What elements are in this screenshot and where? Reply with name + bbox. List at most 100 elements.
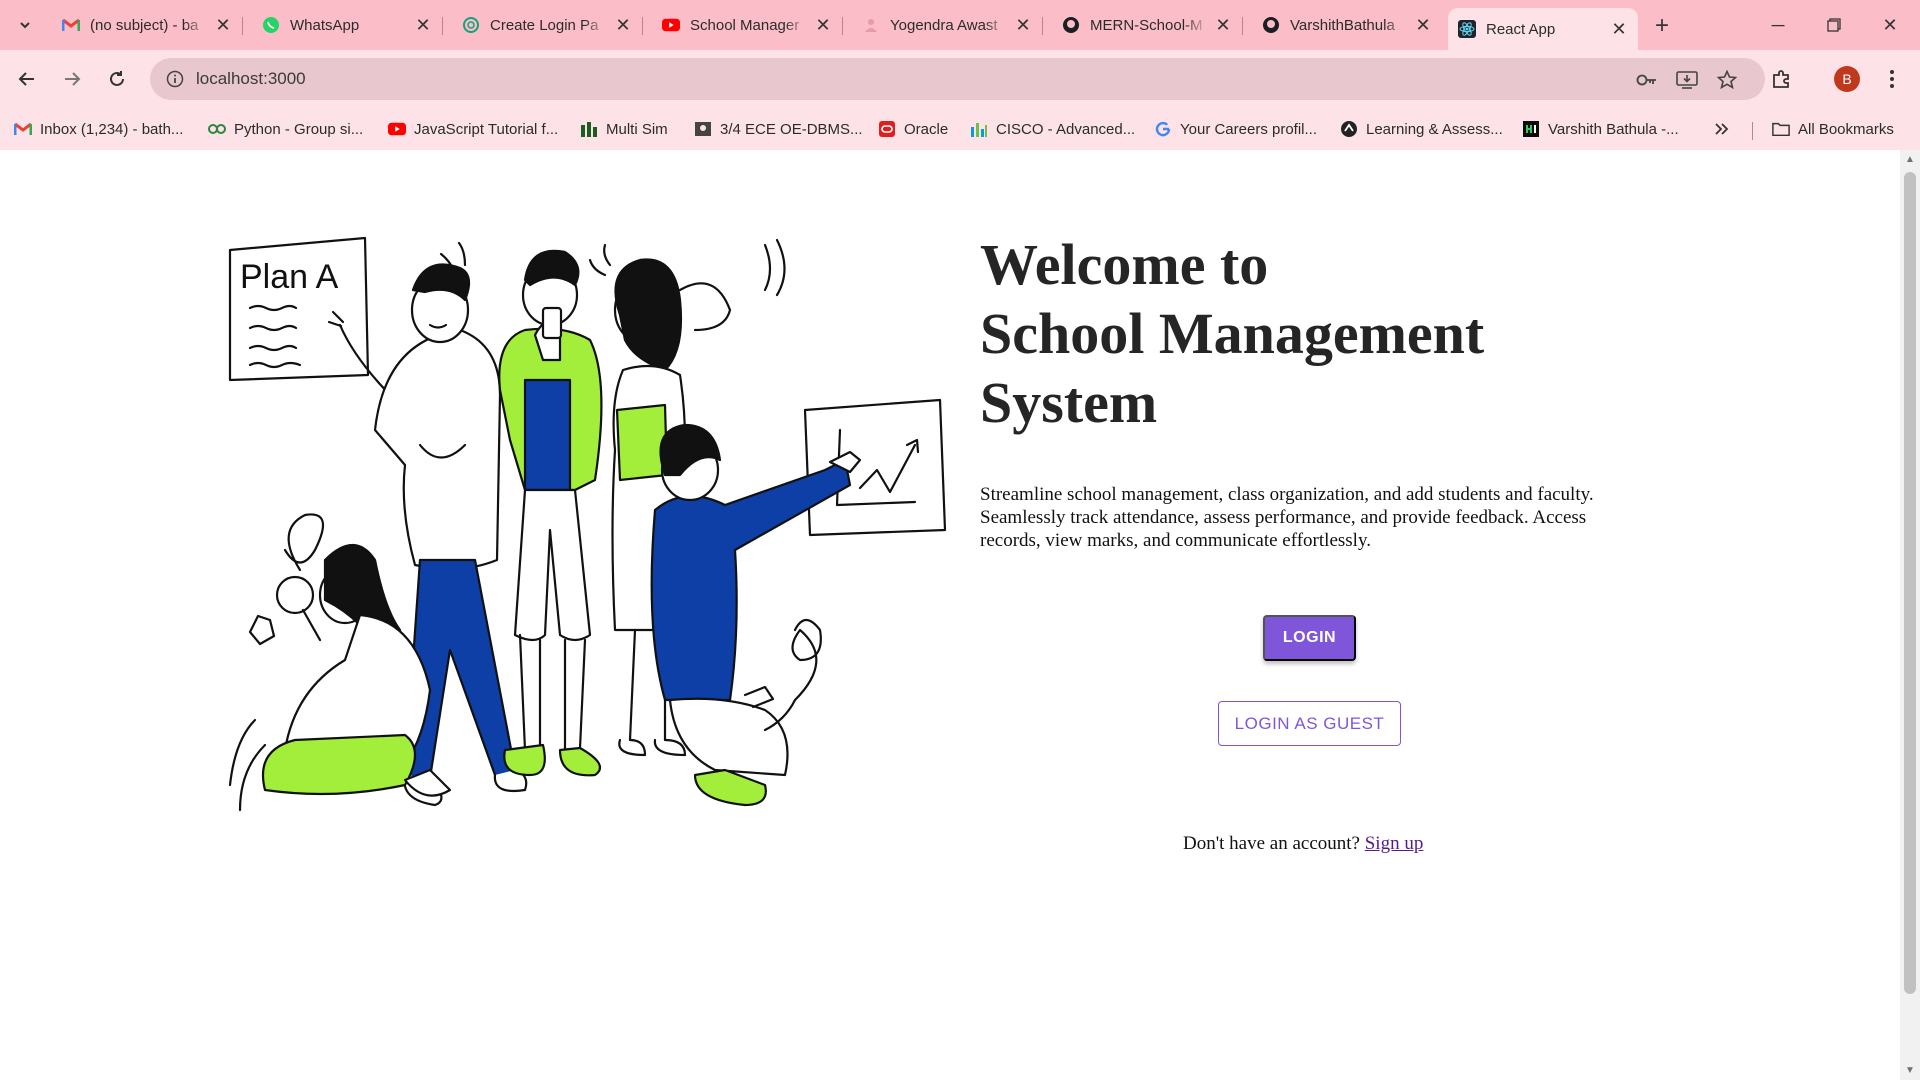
profile-avatar[interactable]: B bbox=[1834, 66, 1860, 92]
python-icon bbox=[208, 120, 226, 138]
bookmark-label: All Bookmarks bbox=[1798, 120, 1894, 138]
bookmark-label: Your Careers profil... bbox=[1180, 120, 1318, 138]
folder-icon bbox=[1772, 120, 1790, 138]
tab-whatsapp[interactable]: WhatsApp ✕ bbox=[252, 8, 443, 42]
close-icon[interactable]: ✕ bbox=[1414, 15, 1432, 35]
close-icon[interactable]: ✕ bbox=[814, 15, 832, 35]
close-icon[interactable]: ✕ bbox=[1014, 15, 1032, 35]
cisco-icon bbox=[970, 120, 988, 138]
tab-title: School Manager bbox=[690, 16, 800, 34]
bookmark-label: Inbox (1,234) - bath... bbox=[40, 120, 184, 138]
title-line-3: System bbox=[980, 370, 1158, 435]
tab-github-2[interactable]: VarshithBathula ✕ bbox=[1252, 8, 1442, 42]
arrow-right-icon bbox=[65, 72, 81, 86]
arrow-left-icon bbox=[18, 72, 34, 86]
bookmark-python[interactable]: Python - Group si... bbox=[208, 116, 363, 142]
login-button[interactable]: LOGIN bbox=[1263, 615, 1356, 661]
signup-link[interactable]: Sign up bbox=[1365, 833, 1424, 854]
kebab-menu-icon bbox=[1890, 70, 1894, 88]
address-bar[interactable]: localhost:3000 bbox=[150, 58, 1765, 100]
menu-button[interactable] bbox=[1878, 65, 1906, 93]
scrollbar-thumb[interactable] bbox=[1904, 172, 1916, 994]
extensions-button[interactable] bbox=[1768, 65, 1796, 93]
window-close-button[interactable]: ✕ bbox=[1870, 10, 1910, 40]
bookmark-hackerrank[interactable]: Varshith Bathula -... bbox=[1522, 116, 1679, 142]
title-line-1: Welcome to bbox=[980, 232, 1269, 297]
bookmark-label: Multi Sim bbox=[606, 120, 668, 138]
close-icon[interactable]: ✕ bbox=[414, 15, 432, 35]
tab-title: VarshithBathula bbox=[1290, 16, 1395, 34]
bookmark-dbms[interactable]: 3/4 ECE OE-DBMS... bbox=[694, 116, 863, 142]
bookmarks-divider bbox=[1752, 122, 1753, 140]
title-line-2: School Management bbox=[980, 301, 1485, 366]
new-tab-button[interactable]: + bbox=[1648, 12, 1676, 40]
site-info-icon[interactable] bbox=[164, 68, 186, 90]
star-icon[interactable] bbox=[1715, 68, 1739, 92]
bookmark-label: Learning & Assess... bbox=[1366, 120, 1503, 138]
login-as-guest-button[interactable]: LOGIN AS GUEST bbox=[1218, 701, 1401, 746]
key-icon[interactable] bbox=[1635, 68, 1659, 92]
back-button[interactable] bbox=[10, 62, 44, 96]
tab-title: (no subject) - ba bbox=[90, 16, 199, 34]
github-icon bbox=[1262, 16, 1280, 34]
url-text[interactable]: localhost:3000 bbox=[196, 69, 306, 89]
bookmark-label: Varshith Bathula -... bbox=[1548, 120, 1679, 138]
tab-title: Yogendra Awast bbox=[890, 16, 998, 34]
learning-icon bbox=[1340, 120, 1358, 138]
bookmark-inbox[interactable]: Inbox (1,234) - bath... bbox=[14, 116, 183, 142]
minimize-button[interactable]: ─ bbox=[1758, 10, 1798, 40]
gmail-icon bbox=[14, 120, 32, 138]
whiteboard-chart bbox=[803, 398, 947, 537]
multisim-icon bbox=[580, 120, 598, 138]
tab-title: React App bbox=[1486, 20, 1556, 38]
scroll-down-icon[interactable]: ▼ bbox=[1905, 1065, 1915, 1076]
tab-title: WhatsApp bbox=[290, 16, 360, 34]
bookmark-learning[interactable]: Learning & Assess... bbox=[1340, 116, 1503, 142]
close-icon[interactable]: ✕ bbox=[614, 15, 632, 35]
tab-gmail[interactable]: (no subject) - ba ✕ bbox=[52, 8, 243, 42]
gmail-icon bbox=[62, 16, 80, 34]
bookmark-oracle[interactable]: Oracle bbox=[878, 116, 948, 142]
restore-icon bbox=[1827, 18, 1841, 32]
forward-button[interactable] bbox=[55, 62, 89, 96]
bookmark-label: Python - Group si... bbox=[234, 120, 364, 138]
tab-youtube[interactable]: School Manager ✕ bbox=[652, 8, 843, 42]
signup-prompt: Don't have an account? Sign up bbox=[1183, 833, 1423, 855]
tab-github-1[interactable]: MERN-School-M ✕ bbox=[1052, 8, 1243, 42]
chatgpt-icon bbox=[462, 16, 480, 34]
bookmark-multisim[interactable]: Multi Sim bbox=[580, 116, 668, 142]
close-icon[interactable]: ✕ bbox=[1610, 19, 1628, 39]
tab-react-app[interactable]: React App ✕ bbox=[1448, 8, 1638, 50]
close-icon[interactable]: ✕ bbox=[1214, 15, 1232, 35]
chevron-down-icon bbox=[20, 22, 30, 29]
oracle-icon bbox=[878, 120, 896, 138]
bookmark-javascript[interactable]: JavaScript Tutorial f... bbox=[388, 116, 558, 142]
puzzle-icon bbox=[1773, 70, 1789, 88]
bookmark-careers[interactable]: Your Careers profil... bbox=[1154, 116, 1317, 142]
install-app-icon[interactable] bbox=[1675, 68, 1699, 92]
tab-title: MERN-School-M bbox=[1090, 16, 1203, 34]
tab-profile[interactable]: Yogendra Awast ✕ bbox=[852, 8, 1043, 42]
tab-search-button[interactable] bbox=[10, 10, 40, 40]
browser-toolbar: localhost:3000 B bbox=[0, 50, 1920, 108]
profile-icon bbox=[862, 16, 880, 34]
classroom-icon bbox=[694, 120, 712, 138]
close-icon[interactable]: ✕ bbox=[214, 15, 232, 35]
all-bookmarks-button[interactable]: All Bookmarks bbox=[1772, 116, 1894, 142]
reload-button[interactable] bbox=[100, 62, 134, 96]
tab-chatgpt[interactable]: Create Login Pa ✕ bbox=[452, 8, 643, 42]
bookmark-label: 3/4 ECE OE-DBMS... bbox=[720, 120, 863, 138]
restore-button[interactable] bbox=[1814, 10, 1854, 40]
whatsapp-icon bbox=[262, 16, 280, 34]
page-scrollbar[interactable]: ▲ ▼ bbox=[1900, 150, 1920, 1080]
double-chevron-right-icon bbox=[1715, 123, 1729, 135]
scroll-up-icon[interactable]: ▲ bbox=[1905, 154, 1915, 165]
page-title: Welcome to School Management System bbox=[980, 230, 1660, 437]
welcome-description: Streamline school management, class orga… bbox=[980, 484, 1594, 551]
whiteboard-plan-a: Plan A bbox=[228, 236, 370, 382]
youtube-icon bbox=[388, 120, 406, 138]
bookmark-cisco[interactable]: CISCO - Advanced... bbox=[970, 116, 1135, 142]
bookmark-label: JavaScript Tutorial f... bbox=[414, 120, 559, 138]
bookmarks-overflow-button[interactable] bbox=[1714, 116, 1730, 142]
whiteboard-text: Plan A bbox=[240, 258, 339, 296]
